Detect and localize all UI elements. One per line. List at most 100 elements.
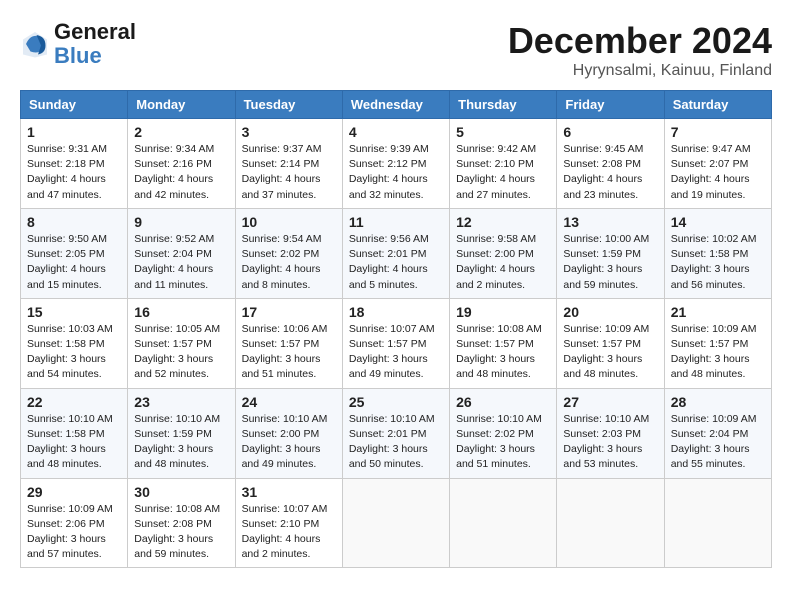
weekday-header-friday: Friday — [557, 91, 664, 119]
day-info: Sunrise: 9:39 AM Sunset: 2:12 PM Dayligh… — [349, 142, 443, 203]
day-info: Sunrise: 9:37 AM Sunset: 2:14 PM Dayligh… — [242, 142, 336, 203]
day-number: 29 — [27, 484, 121, 500]
day-info: Sunrise: 10:09 AM Sunset: 2:04 PM Daylig… — [671, 412, 765, 473]
day-info: Sunrise: 9:42 AM Sunset: 2:10 PM Dayligh… — [456, 142, 550, 203]
day-number: 4 — [349, 124, 443, 140]
day-info: Sunrise: 9:50 AM Sunset: 2:05 PM Dayligh… — [27, 232, 121, 293]
day-number: 16 — [134, 304, 228, 320]
day-number: 7 — [671, 124, 765, 140]
day-info: Sunrise: 10:07 AM Sunset: 2:10 PM Daylig… — [242, 502, 336, 563]
day-info: Sunrise: 9:31 AM Sunset: 2:18 PM Dayligh… — [27, 142, 121, 203]
day-number: 3 — [242, 124, 336, 140]
day-cell: 13 Sunrise: 10:00 AM Sunset: 1:59 PM Dayl… — [557, 208, 664, 298]
day-number: 14 — [671, 214, 765, 230]
day-number: 5 — [456, 124, 550, 140]
title-area: December 2024 Hyrynsalmi, Kainuu, Finlan… — [508, 20, 772, 80]
weekday-header-sunday: Sunday — [21, 91, 128, 119]
day-info: Sunrise: 10:09 AM Sunset: 2:06 PM Daylig… — [27, 502, 121, 563]
weekday-header-wednesday: Wednesday — [342, 91, 449, 119]
day-cell: 14 Sunrise: 10:02 AM Sunset: 1:58 PM Dayl… — [664, 208, 771, 298]
day-number: 10 — [242, 214, 336, 230]
header: General Blue December 2024 Hyrynsalmi, K… — [20, 20, 772, 80]
day-number: 26 — [456, 394, 550, 410]
day-info: Sunrise: 10:08 AM Sunset: 1:57 PM Daylig… — [456, 322, 550, 383]
day-number: 28 — [671, 394, 765, 410]
day-cell: 27Sunrise: 10:10 AM Sunset: 2:03 PM Dayl… — [557, 388, 664, 478]
day-number: 25 — [349, 394, 443, 410]
day-cell: 4 Sunrise: 9:39 AM Sunset: 2:12 PM Daylig… — [342, 119, 449, 209]
day-info: Sunrise: 10:10 AM Sunset: 2:00 PM Daylig… — [242, 412, 336, 473]
week-row-4: 22Sunrise: 10:10 AM Sunset: 1:58 PM Dayl… — [21, 388, 772, 478]
day-number: 6 — [563, 124, 657, 140]
day-info: Sunrise: 10:10 AM Sunset: 2:02 PM Daylig… — [456, 412, 550, 473]
day-cell: 1 Sunrise: 9:31 AM Sunset: 2:18 PM Daylig… — [21, 119, 128, 209]
day-info: Sunrise: 9:58 AM Sunset: 2:00 PM Dayligh… — [456, 232, 550, 293]
day-cell: 17 Sunrise: 10:06 AM Sunset: 1:57 PM Dayl… — [235, 298, 342, 388]
day-number: 17 — [242, 304, 336, 320]
day-info: Sunrise: 9:52 AM Sunset: 2:04 PM Dayligh… — [134, 232, 228, 293]
day-cell: 25 Sunrise: 10:10 AM Sunset: 2:01 PM Dayl… — [342, 388, 449, 478]
day-number: 31 — [242, 484, 336, 500]
week-row-2: 8 Sunrise: 9:50 AM Sunset: 2:05 PM Daylig… — [21, 208, 772, 298]
day-info: Sunrise: 9:34 AM Sunset: 2:16 PM Dayligh… — [134, 142, 228, 203]
day-cell: 12 Sunrise: 9:58 AM Sunset: 2:00 PM Dayli… — [450, 208, 557, 298]
day-number: 1 — [27, 124, 121, 140]
day-cell: 7Sunrise: 9:47 AM Sunset: 2:07 PM Daylig… — [664, 119, 771, 209]
day-number: 2 — [134, 124, 228, 140]
day-cell — [557, 478, 664, 568]
logo-text: General Blue — [54, 20, 136, 68]
day-info: Sunrise: 10:09 AM Sunset: 1:57 PM Daylig… — [563, 322, 657, 383]
day-info: Sunrise: 10:00 AM Sunset: 1:59 PM Daylig… — [563, 232, 657, 293]
day-number: 30 — [134, 484, 228, 500]
day-cell: 18 Sunrise: 10:07 AM Sunset: 1:57 PM Dayl… — [342, 298, 449, 388]
day-cell: 5 Sunrise: 9:42 AM Sunset: 2:10 PM Daylig… — [450, 119, 557, 209]
day-cell: 30 Sunrise: 10:08 AM Sunset: 2:08 PM Dayl… — [128, 478, 235, 568]
week-row-1: 1 Sunrise: 9:31 AM Sunset: 2:18 PM Daylig… — [21, 119, 772, 209]
day-cell: 16 Sunrise: 10:05 AM Sunset: 1:57 PM Dayl… — [128, 298, 235, 388]
day-info: Sunrise: 10:07 AM Sunset: 1:57 PM Daylig… — [349, 322, 443, 383]
day-info: Sunrise: 10:10 AM Sunset: 2:03 PM Daylig… — [563, 412, 657, 473]
day-cell: 21Sunrise: 10:09 AM Sunset: 1:57 PM Dayl… — [664, 298, 771, 388]
day-cell: 31 Sunrise: 10:07 AM Sunset: 2:10 PM Dayl… — [235, 478, 342, 568]
logo-icon — [20, 29, 50, 59]
day-info: Sunrise: 10:05 AM Sunset: 1:57 PM Daylig… — [134, 322, 228, 383]
day-info: Sunrise: 10:06 AM Sunset: 1:57 PM Daylig… — [242, 322, 336, 383]
day-number: 23 — [134, 394, 228, 410]
day-number: 12 — [456, 214, 550, 230]
week-row-5: 29 Sunrise: 10:09 AM Sunset: 2:06 PM Dayl… — [21, 478, 772, 568]
month-title: December 2024 — [508, 20, 772, 62]
day-number: 9 — [134, 214, 228, 230]
day-cell — [664, 478, 771, 568]
day-cell: 24 Sunrise: 10:10 AM Sunset: 2:00 PM Dayl… — [235, 388, 342, 478]
day-cell: 23 Sunrise: 10:10 AM Sunset: 1:59 PM Dayl… — [128, 388, 235, 478]
day-number: 24 — [242, 394, 336, 410]
weekday-header-tuesday: Tuesday — [235, 91, 342, 119]
calendar: SundayMondayTuesdayWednesdayThursdayFrid… — [20, 90, 772, 568]
day-info: Sunrise: 9:54 AM Sunset: 2:02 PM Dayligh… — [242, 232, 336, 293]
week-row-3: 15 Sunrise: 10:03 AM Sunset: 1:58 PM Dayl… — [21, 298, 772, 388]
day-number: 18 — [349, 304, 443, 320]
day-cell: 9 Sunrise: 9:52 AM Sunset: 2:04 PM Daylig… — [128, 208, 235, 298]
day-info: Sunrise: 10:10 AM Sunset: 2:01 PM Daylig… — [349, 412, 443, 473]
day-info: Sunrise: 10:03 AM Sunset: 1:58 PM Daylig… — [27, 322, 121, 383]
day-cell — [342, 478, 449, 568]
day-number: 8 — [27, 214, 121, 230]
day-info: Sunrise: 10:08 AM Sunset: 2:08 PM Daylig… — [134, 502, 228, 563]
day-number: 15 — [27, 304, 121, 320]
weekday-header-thursday: Thursday — [450, 91, 557, 119]
day-info: Sunrise: 10:02 AM Sunset: 1:58 PM Daylig… — [671, 232, 765, 293]
day-number: 13 — [563, 214, 657, 230]
logo: General Blue — [20, 20, 136, 68]
day-number: 21 — [671, 304, 765, 320]
location-subtitle: Hyrynsalmi, Kainuu, Finland — [508, 62, 772, 80]
day-cell: 20Sunrise: 10:09 AM Sunset: 1:57 PM Dayl… — [557, 298, 664, 388]
day-cell: 22Sunrise: 10:10 AM Sunset: 1:58 PM Dayl… — [21, 388, 128, 478]
day-cell: 19Sunrise: 10:08 AM Sunset: 1:57 PM Dayl… — [450, 298, 557, 388]
day-cell: 11Sunrise: 9:56 AM Sunset: 2:01 PM Dayli… — [342, 208, 449, 298]
weekday-header-saturday: Saturday — [664, 91, 771, 119]
day-cell: 26 Sunrise: 10:10 AM Sunset: 2:02 PM Dayl… — [450, 388, 557, 478]
day-info: Sunrise: 10:10 AM Sunset: 1:59 PM Daylig… — [134, 412, 228, 473]
day-cell: 10 Sunrise: 9:54 AM Sunset: 2:02 PM Dayli… — [235, 208, 342, 298]
day-number: 11 — [349, 214, 443, 230]
day-cell: 6Sunrise: 9:45 AM Sunset: 2:08 PM Daylig… — [557, 119, 664, 209]
